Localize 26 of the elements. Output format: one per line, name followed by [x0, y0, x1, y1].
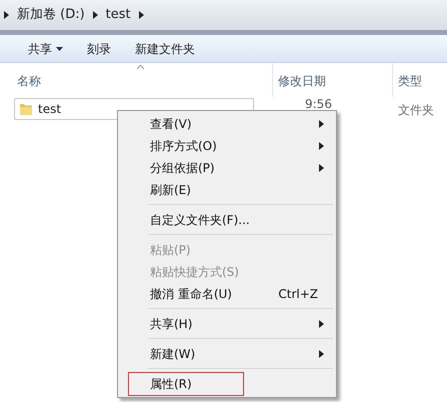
menu-item[interactable]: 刷新(E) — [118, 179, 336, 201]
type-cell-text: 文件夹 — [398, 102, 434, 119]
toolbar-button[interactable]: 共享 — [28, 40, 63, 58]
menu-item[interactable]: 共享(H) — [118, 313, 336, 335]
menu-label: 撤消 重命名(U) — [150, 286, 233, 303]
column-header[interactable]: 名称 — [17, 72, 41, 90]
menu-item[interactable]: 新建(W) — [118, 343, 336, 365]
toolbar-button[interactable]: 新建文件夹 — [135, 40, 195, 58]
chevron-icon — [92, 11, 98, 19]
menu-item[interactable]: 属性(R) — [118, 373, 336, 395]
column-header[interactable]: 修改日期 — [278, 72, 326, 90]
caret-icon — [56, 46, 63, 50]
menu-item[interactable]: 分组依据(P) — [118, 157, 336, 179]
menu-item[interactable]: 自定义文件夹(F)... — [118, 209, 336, 231]
date-cell-text: 9:56 — [305, 96, 332, 113]
folder-icon — [19, 102, 33, 116]
sort-caret-icon — [137, 65, 144, 69]
chevron-icon — [4, 11, 9, 19]
toolbar-button[interactable]: 刻录 — [87, 40, 111, 58]
menu-item[interactable]: 撤消 重命名(U) Ctrl+Z — [118, 283, 336, 305]
shortcut-label: Ctrl+Z — [278, 286, 318, 303]
menu-item[interactable]: 排序方式(O) — [118, 135, 336, 157]
breadcrumb-item[interactable]: 新加卷 (D:) — [17, 5, 85, 25]
chevron-icon — [138, 11, 144, 19]
breadcrumb-item[interactable]: test — [106, 5, 131, 25]
column-header[interactable]: 类型 — [398, 72, 422, 90]
